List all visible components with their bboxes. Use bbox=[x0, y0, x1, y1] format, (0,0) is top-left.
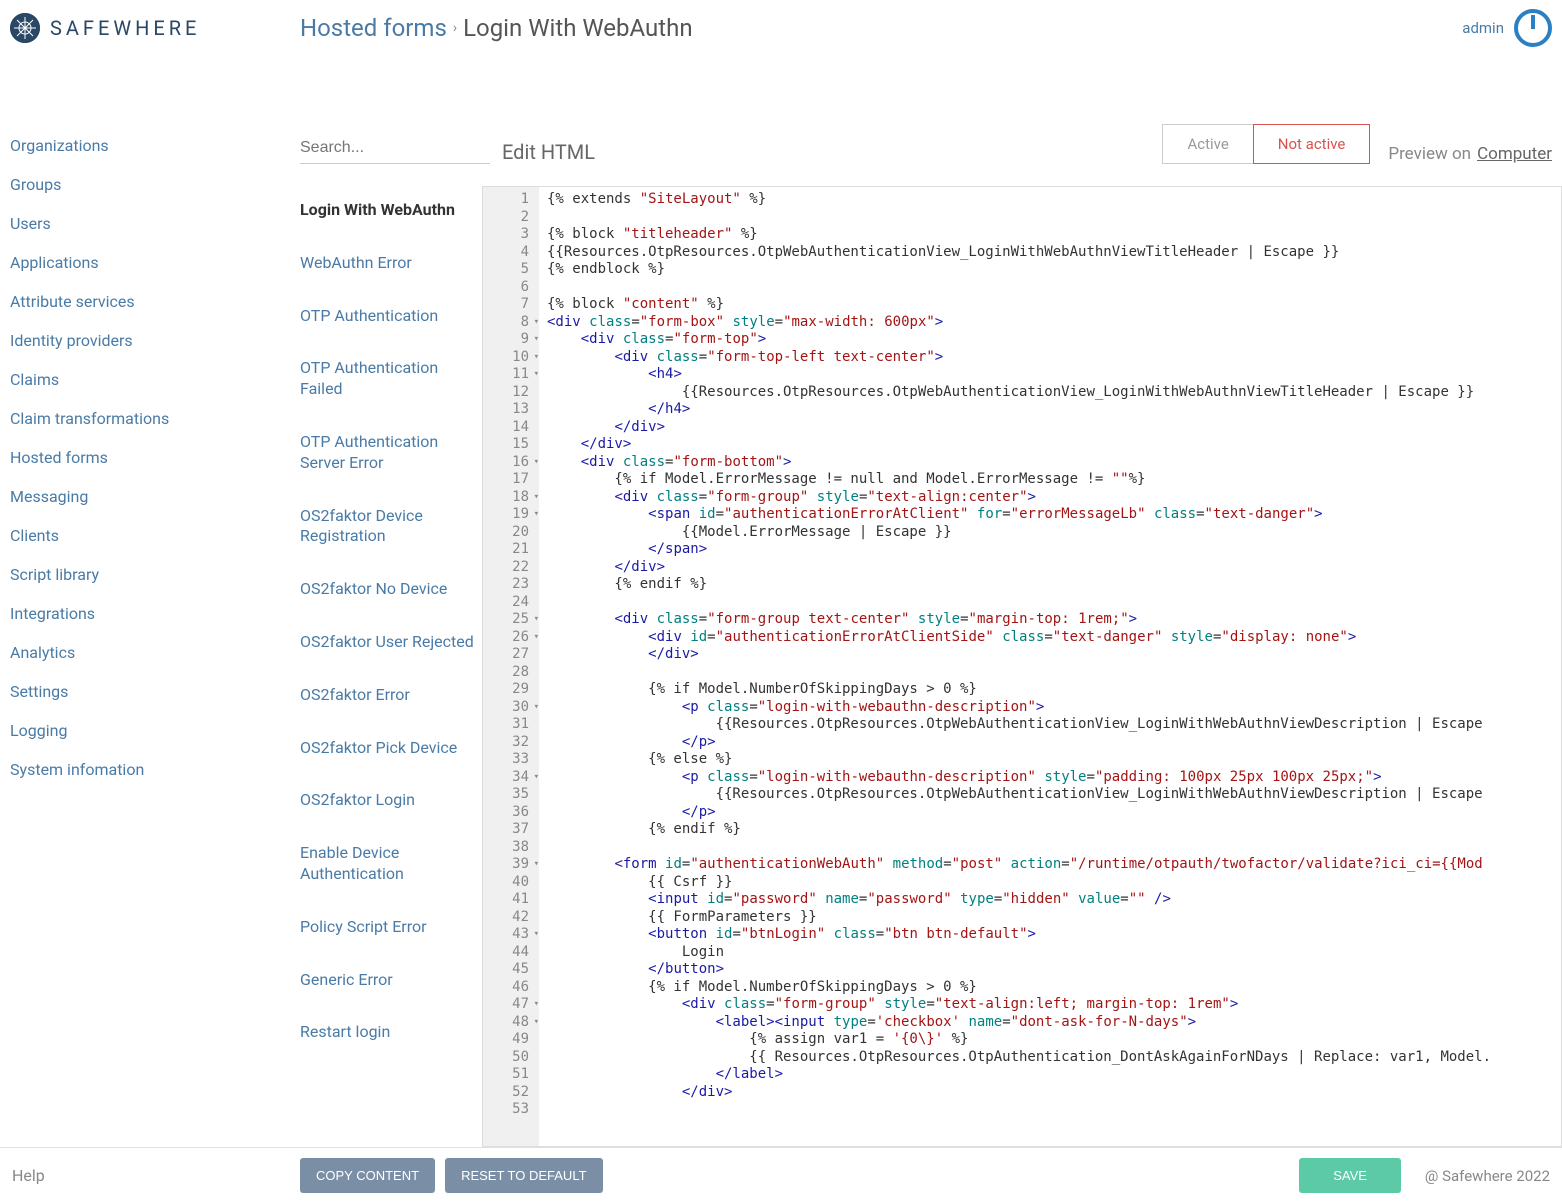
sidebar-item-analytics[interactable]: Analytics bbox=[10, 633, 280, 672]
form-item[interactable]: Login With WebAuthn bbox=[290, 184, 482, 237]
copy-content-button[interactable]: COPY CONTENT bbox=[300, 1158, 435, 1193]
sidebar: OrganizationsGroupsUsersApplicationsAttr… bbox=[0, 56, 290, 1147]
sidebar-item-groups[interactable]: Groups bbox=[10, 165, 280, 204]
app-header: SAFEWHERE Hosted forms › Login With WebA… bbox=[0, 0, 1562, 56]
content: Edit HTML Active Not active Preview on C… bbox=[290, 56, 1562, 1147]
logo-area: SAFEWHERE bbox=[10, 13, 300, 43]
save-button[interactable]: SAVE bbox=[1299, 1158, 1401, 1193]
footer: Help COPY CONTENT RESET TO DEFAULT SAVE … bbox=[0, 1147, 1562, 1203]
breadcrumb-current: Login With WebAuthn bbox=[463, 14, 693, 42]
brand-icon bbox=[10, 13, 40, 43]
sidebar-item-claims[interactable]: Claims bbox=[10, 360, 280, 399]
forms-list: Login With WebAuthnWebAuthn ErrorOTP Aut… bbox=[290, 184, 482, 1147]
sidebar-item-hosted-forms[interactable]: Hosted forms bbox=[10, 438, 280, 477]
sidebar-item-organizations[interactable]: Organizations bbox=[10, 126, 280, 165]
search-input[interactable] bbox=[300, 133, 490, 164]
sidebar-item-settings[interactable]: Settings bbox=[10, 672, 280, 711]
sidebar-item-attribute-services[interactable]: Attribute services bbox=[10, 282, 280, 321]
form-item[interactable]: Policy Script Error bbox=[290, 901, 482, 954]
form-item[interactable]: WebAuthn Error bbox=[290, 237, 482, 290]
chevron-right-icon: › bbox=[453, 20, 457, 36]
form-item[interactable]: Generic Error bbox=[290, 954, 482, 1007]
form-item[interactable]: OS2faktor Device Registration bbox=[290, 490, 482, 564]
user-menu[interactable]: admin bbox=[1462, 19, 1504, 37]
code-editor[interactable]: 1234567891011121314151617181920212223242… bbox=[482, 186, 1562, 1147]
preview-label: Preview on bbox=[1388, 144, 1471, 164]
line-gutter: 1234567891011121314151617181920212223242… bbox=[483, 187, 539, 1146]
form-item[interactable]: OS2faktor Pick Device bbox=[290, 722, 482, 775]
power-icon[interactable] bbox=[1514, 9, 1552, 47]
toolbar: Edit HTML Active Not active Preview on C… bbox=[290, 56, 1562, 164]
code-area[interactable]: {% extends "SiteLayout" %} {% block "tit… bbox=[539, 187, 1561, 1146]
form-item[interactable]: Restart login bbox=[290, 1006, 482, 1059]
sidebar-item-messaging[interactable]: Messaging bbox=[10, 477, 280, 516]
form-item[interactable]: OTP Authentication Failed bbox=[290, 342, 482, 416]
form-item[interactable]: OS2faktor Error bbox=[290, 669, 482, 722]
breadcrumb: Hosted forms › Login With WebAuthn bbox=[300, 14, 693, 42]
breadcrumb-root[interactable]: Hosted forms bbox=[300, 14, 447, 42]
sidebar-item-logging[interactable]: Logging bbox=[10, 711, 280, 750]
main: OrganizationsGroupsUsersApplicationsAttr… bbox=[0, 56, 1562, 1147]
forms-scroll[interactable]: Login With WebAuthnWebAuthn ErrorOTP Aut… bbox=[290, 184, 482, 1147]
sidebar-item-claim-transformations[interactable]: Claim transformations bbox=[10, 399, 280, 438]
copyright: @ Safewhere 2022 bbox=[1425, 1167, 1550, 1185]
help-link[interactable]: Help bbox=[12, 1166, 300, 1185]
sidebar-item-integrations[interactable]: Integrations bbox=[10, 594, 280, 633]
form-item[interactable]: OTP Authentication Server Error bbox=[290, 416, 482, 490]
sidebar-item-identity-providers[interactable]: Identity providers bbox=[10, 321, 280, 360]
sidebar-item-users[interactable]: Users bbox=[10, 204, 280, 243]
form-item[interactable]: OS2faktor User Rejected bbox=[290, 616, 482, 669]
editor-title: Edit HTML bbox=[502, 140, 1162, 164]
search-wrap bbox=[300, 133, 490, 164]
preview-target-link[interactable]: Computer bbox=[1477, 144, 1552, 164]
active-toggle: Active Not active bbox=[1162, 124, 1370, 164]
sidebar-item-clients[interactable]: Clients bbox=[10, 516, 280, 555]
form-item[interactable]: OTP Authentication bbox=[290, 290, 482, 343]
sidebar-item-script-library[interactable]: Script library bbox=[10, 555, 280, 594]
sidebar-item-system-infomation[interactable]: System infomation bbox=[10, 750, 280, 789]
panels: Login With WebAuthnWebAuthn ErrorOTP Aut… bbox=[290, 164, 1562, 1147]
header-right: admin bbox=[1462, 9, 1552, 47]
form-item[interactable]: OS2faktor No Device bbox=[290, 563, 482, 616]
tab-active[interactable]: Active bbox=[1162, 124, 1252, 164]
form-item[interactable]: Enable Device Authentication bbox=[290, 827, 482, 901]
sidebar-item-applications[interactable]: Applications bbox=[10, 243, 280, 282]
brand-name: SAFEWHERE bbox=[50, 16, 200, 40]
reset-default-button[interactable]: RESET TO DEFAULT bbox=[445, 1158, 602, 1193]
tab-not-active[interactable]: Not active bbox=[1253, 124, 1371, 164]
form-item[interactable]: OS2faktor Login bbox=[290, 774, 482, 827]
